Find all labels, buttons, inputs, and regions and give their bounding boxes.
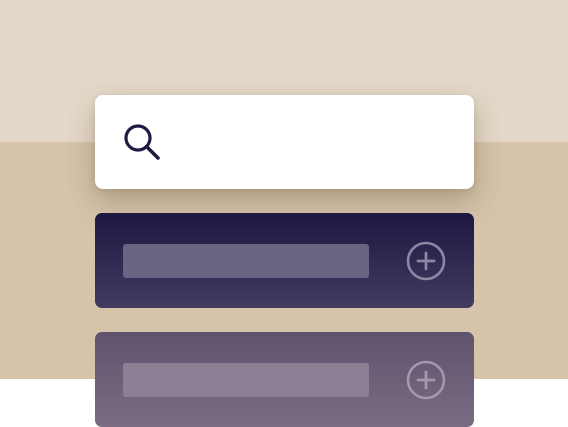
search-input[interactable] <box>177 111 454 173</box>
list-item-label <box>123 363 369 397</box>
list-item-label <box>123 244 369 278</box>
list-item[interactable] <box>95 332 474 427</box>
plus-circle-icon <box>406 241 446 281</box>
search-icon <box>124 124 160 160</box>
list-item[interactable] <box>95 213 474 308</box>
search-bar[interactable] <box>95 95 474 189</box>
add-button[interactable] <box>406 360 446 400</box>
plus-circle-icon <box>406 360 446 400</box>
add-button[interactable] <box>406 241 446 281</box>
